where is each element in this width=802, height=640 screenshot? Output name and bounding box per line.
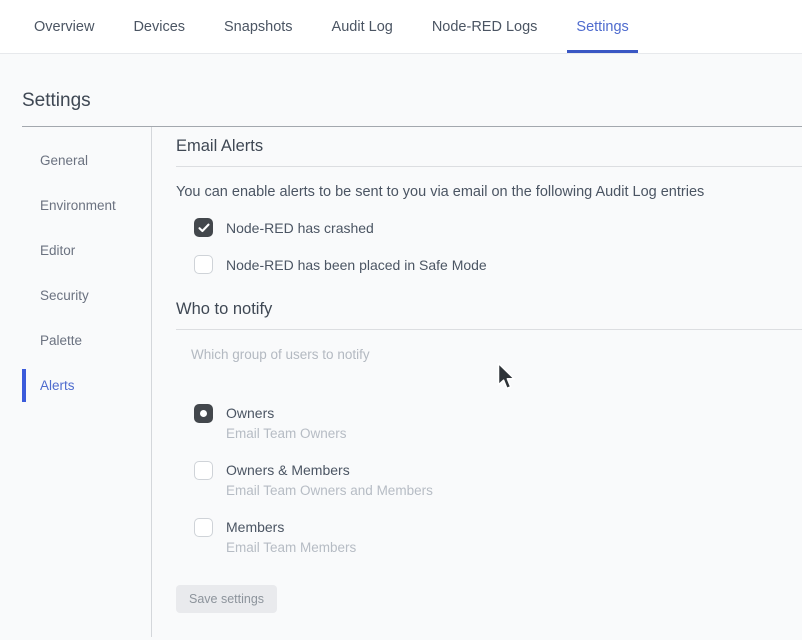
who-to-notify-helper: Which group of users to notify [191,347,802,362]
radio-owners[interactable] [194,404,213,423]
radio-row-owners-members[interactable]: Owners & Members Email Team Owners and M… [194,461,802,498]
radio-label-members: Members [226,519,356,535]
checkbox-row-safe-mode[interactable]: Node-RED has been placed in Safe Mode [194,255,802,274]
sidebar-item-security[interactable]: Security [22,273,151,318]
alerts-settings-panel: Email Alerts You can enable alerts to be… [151,127,802,637]
settings-layout: General Environment Editor Security Pale… [0,127,802,637]
tab-snapshots[interactable]: Snapshots [215,0,302,53]
radio-row-owners[interactable]: Owners Email Team Owners [194,404,802,441]
tab-node-red-logs[interactable]: Node-RED Logs [423,0,547,53]
settings-side-nav: General Environment Editor Security Pale… [22,127,151,637]
sidebar-item-general[interactable]: General [22,138,151,183]
radio-row-members[interactable]: Members Email Team Members [194,518,802,555]
checkbox-label-crashed: Node-RED has crashed [226,220,374,236]
radio-sublabel-owners-members: Email Team Owners and Members [226,483,433,498]
tab-overview[interactable]: Overview [25,0,103,53]
radio-label-owners: Owners [226,405,347,421]
radio-owners-members[interactable] [194,461,213,480]
page-title: Settings [22,90,802,112]
sidebar-item-palette[interactable]: Palette [22,318,151,363]
checkbox-safe-mode[interactable] [194,255,213,274]
sidebar-item-alerts[interactable]: Alerts [22,363,151,408]
checkbox-label-safe-mode: Node-RED has been placed in Safe Mode [226,257,487,273]
tab-devices[interactable]: Devices [124,0,194,53]
sidebar-item-environment[interactable]: Environment [22,183,151,228]
who-to-notify-heading: Who to notify [176,300,802,330]
radio-dot-icon [200,410,207,417]
save-settings-button[interactable]: Save settings [176,585,277,613]
email-alerts-heading: Email Alerts [176,137,802,167]
tab-settings[interactable]: Settings [567,0,637,53]
radio-label-owners-members: Owners & Members [226,462,433,478]
radio-sublabel-owners: Email Team Owners [226,426,347,441]
sidebar-item-editor[interactable]: Editor [22,228,151,273]
checkbox-crashed[interactable] [194,218,213,237]
email-alerts-description: You can enable alerts to be sent to you … [176,184,802,200]
radio-sublabel-members: Email Team Members [226,540,356,555]
checkbox-row-crashed[interactable]: Node-RED has crashed [194,218,802,237]
tab-audit-log[interactable]: Audit Log [323,0,402,53]
radio-members[interactable] [194,518,213,537]
checkmark-icon [198,223,210,233]
instance-tab-bar: Overview Devices Snapshots Audit Log Nod… [0,0,802,54]
